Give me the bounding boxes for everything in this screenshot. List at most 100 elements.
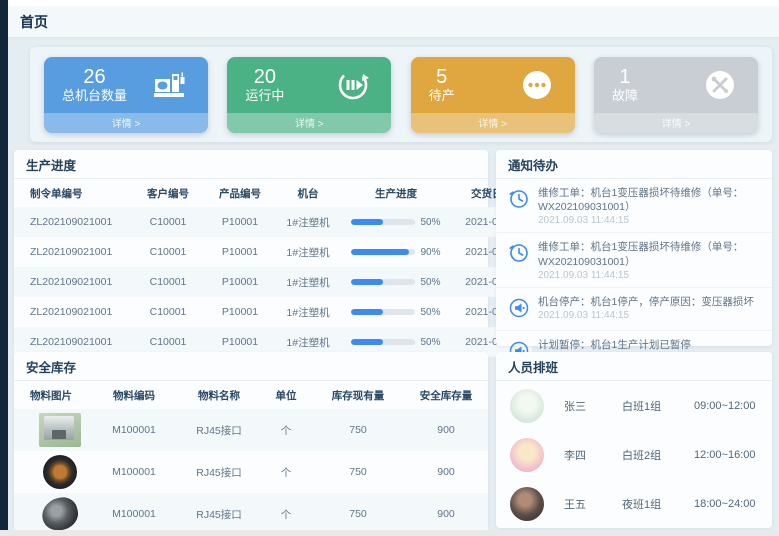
progress-label: 50% [420, 217, 440, 228]
machine-icon [152, 67, 188, 103]
panel-title: 安全库存 [14, 352, 488, 381]
material-image [38, 494, 81, 534]
col-image: 物料图片 [14, 381, 90, 409]
col-product: 产品编号 [204, 179, 276, 207]
unit-cell: 个 [260, 409, 312, 451]
tab-home[interactable]: 首页 [20, 12, 48, 32]
fault-tools-icon [702, 67, 738, 103]
inventory-table: 物料图片 物料编码 物料名称 单位 库存现有量 安全库存量 M100001 RJ… [14, 381, 488, 535]
col-stock: 库存现有量 [312, 381, 404, 409]
notifications-panel: 通知待办 维修工单：机台1变压器损坏待维修（单号：WX202109031001）… [496, 150, 772, 346]
schedule-row: 张三 白班1组 09:00~12:00 [496, 381, 772, 430]
waiting-ellipsis-icon [519, 67, 555, 103]
order-cell: ZL202109021001 [14, 207, 132, 237]
code-cell: M100001 [90, 409, 178, 451]
notification-text: 机台停产：机台1停产，停产原因：变压器损坏 [538, 295, 754, 309]
stat-detail-link[interactable]: 详情 > [594, 113, 758, 133]
safety-inventory-panel: 安全库存 物料图片 物料编码 物料名称 单位 库存现有量 安全库存量 M1000… [14, 352, 488, 528]
progress-cell: 90% [340, 237, 452, 267]
notification-item[interactable]: 维修工单：机台1变压器损坏待维修（单号：WX202109031001） 2021… [496, 179, 772, 233]
code-cell: M100001 [90, 493, 178, 535]
stat-card-waiting[interactable]: 5 待产 详情 > [411, 57, 575, 133]
progress-bar [351, 309, 415, 315]
order-cell: ZL202109021001 [14, 297, 132, 327]
stat-value: 20 [245, 66, 284, 88]
unit-cell: 个 [260, 451, 312, 493]
person-name: 李四 [564, 447, 622, 463]
safety-cell: 900 [404, 409, 488, 451]
table-row: M100001 RJ45接口 个 750 900 [14, 451, 488, 493]
machine-cell: 1#注塑机 [276, 207, 340, 237]
material-image [43, 455, 77, 489]
col-unit: 单位 [260, 381, 312, 409]
speaker-icon [508, 295, 530, 324]
stat-label: 故障 [612, 88, 638, 104]
notification-item[interactable]: 机台停产：机台1停产，停产原因：变压器损坏 2021.09.03 11:44:1… [496, 288, 772, 331]
person-name: 张三 [564, 398, 622, 414]
schedule-row: 李四 白班2组 12:00~16:00 [496, 430, 772, 479]
shift-time: 09:00~12:00 [694, 400, 758, 412]
table-row: M100001 RJ45接口 个 750 900 [14, 493, 488, 535]
col-code: 物料编码 [90, 381, 178, 409]
shift-label: 夜班1组 [622, 496, 694, 512]
machine-cell: 1#注塑机 [276, 267, 340, 297]
stats-panel: 26 总机台数量 详情 > 20 运行中 [30, 47, 772, 142]
name-cell: RJ45接口 [178, 409, 260, 451]
shift-time: 18:00~24:00 [694, 498, 758, 510]
material-image [39, 413, 81, 447]
stat-detail-link[interactable]: 详情 > [227, 113, 391, 133]
stat-card-total-machines[interactable]: 26 总机台数量 详情 > [44, 57, 208, 133]
stat-card-fault[interactable]: 1 故障 详情 > [594, 57, 758, 133]
clock-icon [508, 186, 530, 226]
shift-time: 12:00~16:00 [694, 449, 758, 461]
panel-title: 通知待办 [496, 150, 772, 179]
code-cell: M100001 [90, 451, 178, 493]
product-cell: P10001 [204, 297, 276, 327]
panel-title: 人员排班 [496, 352, 772, 381]
col-name: 物料名称 [178, 381, 260, 409]
shift-label: 白班1组 [622, 398, 694, 414]
horizontal-scrollbar[interactable] [0, 530, 779, 536]
progress-cell: 50% [340, 207, 452, 237]
notification-text: 计划暂停：机台1生产计划已暂停 [538, 338, 691, 352]
machine-cell: 1#注塑机 [276, 297, 340, 327]
progress-bar [351, 339, 415, 345]
table-row: M100001 RJ45接口 个 750 900 [14, 409, 488, 451]
stat-card-running[interactable]: 20 运行中 详情 > [227, 57, 391, 133]
stock-cell: 750 [312, 493, 404, 535]
stat-value: 5 [429, 66, 455, 88]
stock-cell: 750 [312, 409, 404, 451]
col-order: 制令单编号 [14, 179, 132, 207]
safety-cell: 900 [404, 493, 488, 535]
production-table: 制令单编号 客户编号 产品编号 机台 生产进度 交货日期 ZL202109021… [14, 179, 532, 357]
stat-label: 运行中 [245, 88, 284, 104]
stat-detail-link[interactable]: 详情 > [411, 113, 575, 133]
stat-label: 待产 [429, 88, 455, 104]
panel-title: 生产进度 [14, 150, 488, 179]
col-progress: 生产进度 [340, 179, 452, 207]
material-image-cell [14, 493, 90, 535]
customer-cell: C10001 [132, 237, 204, 267]
progress-label: 50% [420, 277, 440, 288]
notification-item[interactable]: 维修工单：机台1变压器损坏待维修（单号：WX202109031001） 2021… [496, 233, 772, 287]
order-cell: ZL202109021001 [14, 237, 132, 267]
notification-time: 2021.09.03 11:44:15 [538, 270, 762, 281]
unit-cell: 个 [260, 493, 312, 535]
notification-text: 维修工单：机台1变压器损坏待维修（单号：WX202109031001） [538, 240, 762, 268]
running-icon [335, 67, 371, 103]
customer-cell: C10001 [132, 207, 204, 237]
stat-value: 1 [612, 66, 638, 88]
stat-value: 26 [62, 66, 127, 88]
stat-detail-link[interactable]: 详情 > [44, 113, 208, 133]
person-name: 王五 [564, 496, 622, 512]
safety-cell: 900 [404, 451, 488, 493]
personnel-schedule-panel: 人员排班 张三 白班1组 09:00~12:00 李四 白班2组 12:00~1… [496, 352, 772, 528]
col-machine: 机台 [276, 179, 340, 207]
order-cell: ZL202109021001 [14, 267, 132, 297]
progress-label: 50% [420, 337, 440, 348]
tab-bar: 首页 [8, 6, 779, 38]
table-header-row: 制令单编号 客户编号 产品编号 机台 生产进度 交货日期 [14, 179, 532, 207]
stock-cell: 750 [312, 451, 404, 493]
notification-text: 维修工单：机台1变压器损坏待维修（单号：WX202109031001） [538, 186, 762, 214]
sidebar-edge [0, 0, 8, 536]
